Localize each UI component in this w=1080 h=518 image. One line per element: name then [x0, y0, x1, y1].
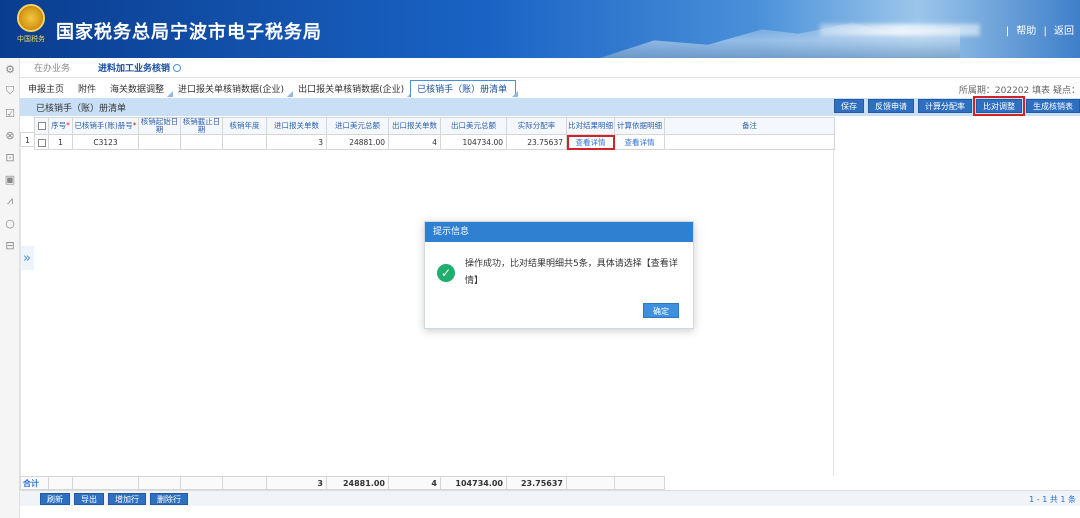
row-number: 1	[20, 132, 34, 147]
delete-row-button[interactable]: 删除行	[150, 493, 188, 505]
grid-title: 已核销手（账）册清单	[36, 103, 127, 114]
subtab-import-data[interactable]: 进口报关单核销数据(企业)	[170, 82, 294, 97]
bottom-toolbar: 刷新 导出 增加行 删除行 1 - 1 共 1 条	[20, 490, 1080, 506]
col-export-count[interactable]: 出口报关单数	[388, 117, 441, 135]
cell-export-count[interactable]: 4	[388, 134, 441, 150]
tab-processing-trade[interactable]: 进料加工业务核销	[84, 61, 195, 74]
cell-note[interactable]	[664, 134, 835, 150]
header-banner-art	[600, 22, 960, 58]
compare-adjust-button[interactable]: 比对调整	[973, 96, 1025, 116]
col-book-no[interactable]: 已核销手(账)册号*	[72, 117, 139, 135]
col-seq[interactable]: 序号*	[48, 117, 73, 135]
view-calc-detail-link[interactable]: 查看详情	[614, 134, 665, 150]
app-title: 国家税务总局宁波市电子税务局	[56, 22, 322, 43]
calendar-icon[interactable]: ▣	[0, 168, 20, 190]
table-row[interactable]: 1 C3123 3 24881.00 4 104734.00 23.75637 …	[34, 134, 835, 150]
app-header: 中国税务 国家税务总局宁波市电子税务局 | 帮助 | 返回	[0, 0, 1080, 58]
total-import-count: 3	[266, 476, 327, 490]
sub-tabs: 申报主页 附件 海关数据调整 进口报关单核销数据(企业) 出口报关单核销数据(企…	[20, 80, 1080, 97]
feedback-request-button[interactable]: 反馈申请	[868, 99, 914, 113]
search-user-icon[interactable]: ⊗	[0, 124, 20, 146]
period-info: 所属期：202202 填表 疑点：	[958, 86, 1080, 96]
calc-rate-button[interactable]: 计算分配率	[918, 99, 972, 113]
chart-icon[interactable]: ⩘	[0, 190, 20, 212]
shield-icon[interactable]: ⛉	[0, 80, 20, 102]
add-row-button[interactable]: 增加行	[108, 493, 146, 505]
subtab-attachment[interactable]: 附件	[70, 82, 102, 97]
subtab-home[interactable]: 申报主页	[20, 82, 70, 97]
col-export-total[interactable]: 出口美元总额	[440, 117, 507, 135]
col-rate[interactable]: 实际分配率	[506, 117, 567, 135]
left-nav-rail: ⚙ ⛉ ☑ ⊗ ⊡ ▣ ⩘ ○ ⊟	[0, 58, 20, 518]
export-button[interactable]: 导出	[74, 493, 104, 505]
dialog-title: 提示信息	[425, 222, 693, 242]
total-rate: 23.75637	[506, 476, 567, 490]
total-import-total: 24881.00	[326, 476, 389, 490]
top-tabs: 在办业务 进料加工业务核销	[20, 58, 1080, 78]
help-link[interactable]: 帮助	[1016, 26, 1036, 37]
generate-report-button[interactable]: 生成核销表	[1026, 99, 1080, 113]
save-button[interactable]: 保存	[834, 99, 864, 113]
grid-toolbar: 已核销手（账）册清单 保存 反馈申请 计算分配率 比对调整 生成核销表	[20, 96, 1080, 116]
col-end-date[interactable]: 核销截止日期	[180, 117, 223, 135]
check-square-icon[interactable]: ☑	[0, 102, 20, 124]
cell-end-date[interactable]	[180, 134, 223, 150]
col-import-count[interactable]: 进口报关单数	[266, 117, 327, 135]
tab-in-progress[interactable]: 在办业务	[20, 61, 84, 74]
totals-row: 合计 3 24881.00 4 104734.00 23.75637	[20, 476, 834, 490]
cell-import-count[interactable]: 3	[266, 134, 327, 150]
success-check-icon: ✓	[437, 264, 455, 282]
grid-header-row: 序号* 已核销手(账)册号* 核销起始日期 核销截止日期 核销年度 进口报关单数…	[34, 117, 835, 135]
gear-icon[interactable]: ⚙	[0, 58, 20, 80]
subtab-verified-books[interactable]: 已核销手（账）册清单	[410, 80, 519, 97]
header-links: | 帮助 | 返回	[1005, 26, 1074, 37]
col-calc-detail[interactable]: 计算依据明细	[614, 117, 665, 135]
cell-import-total[interactable]: 24881.00	[326, 134, 389, 150]
cell-rate[interactable]: 23.75637	[506, 134, 567, 150]
search-icon[interactable]: ○	[0, 212, 20, 234]
verified-books-grid: 序号* 已核销手(账)册号* 核销起始日期 核销截止日期 核销年度 进口报关单数…	[34, 117, 835, 150]
cell-start-date[interactable]	[138, 134, 181, 150]
user-info-blurred	[820, 24, 980, 36]
row-checkbox[interactable]	[34, 134, 49, 150]
briefcase-icon[interactable]: ⊡	[0, 146, 20, 168]
select-all-checkbox[interactable]	[34, 117, 49, 135]
total-export-count: 4	[388, 476, 441, 490]
cell-export-total[interactable]: 104734.00	[440, 134, 507, 150]
pager-info: 1 - 1 共 1 条	[1029, 495, 1076, 504]
view-compare-detail-link[interactable]: 查看详情	[566, 134, 615, 150]
info-dialog: 提示信息 ✓ 操作成功，比对结果明细共5条，具体请选择【查看详情】 确定	[424, 221, 694, 329]
ok-button[interactable]: 确定	[643, 303, 679, 318]
col-import-total[interactable]: 进口美元总额	[326, 117, 389, 135]
back-link[interactable]: 返回	[1054, 26, 1074, 37]
cell-year[interactable]	[222, 134, 267, 150]
col-compare-detail[interactable]: 比对结果明细	[566, 117, 615, 135]
cell-book-no[interactable]: C3123	[72, 134, 139, 150]
col-year[interactable]: 核销年度	[222, 117, 267, 135]
inbox-icon[interactable]: ⊟	[0, 234, 20, 256]
close-tab-icon[interactable]	[173, 64, 182, 72]
subtab-customs-adjust[interactable]: 海关数据调整	[102, 82, 174, 97]
subtab-export-data[interactable]: 出口报关单核销数据(企业)	[290, 82, 414, 97]
dialog-message: 操作成功，比对结果明细共5条，具体请选择【查看详情】	[465, 259, 678, 286]
col-note[interactable]: 备注	[664, 117, 835, 135]
refresh-button[interactable]: 刷新	[40, 493, 70, 505]
dialog-body: ✓ 操作成功，比对结果明细共5条，具体请选择【查看详情】	[425, 242, 693, 300]
totals-label: 合计	[20, 476, 49, 490]
total-export-total: 104734.00	[440, 476, 507, 490]
tax-emblem-logo: 中国税务	[16, 4, 46, 46]
col-start-date[interactable]: 核销起始日期	[138, 117, 181, 135]
cell-seq[interactable]: 1	[48, 134, 73, 150]
